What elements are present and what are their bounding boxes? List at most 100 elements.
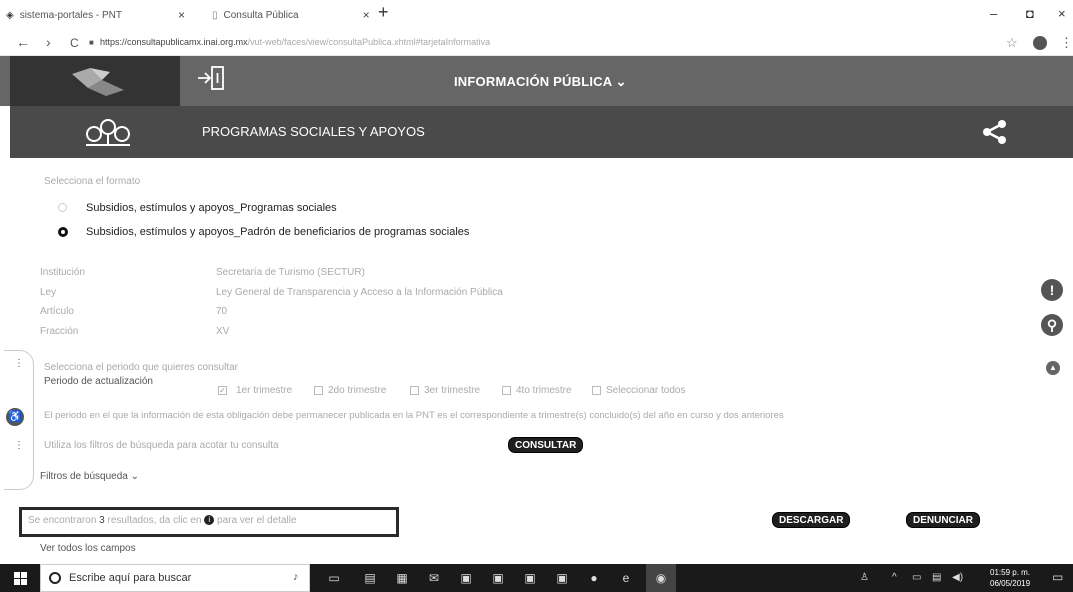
reload-button[interactable]: C — [70, 36, 79, 50]
period-checkbox-3[interactable] — [410, 386, 419, 395]
login-icon[interactable] — [196, 65, 226, 91]
update-period-label: Periodo de actualización — [44, 376, 153, 387]
article-label: Artículo — [40, 306, 74, 317]
drag-handle-icon[interactable]: ⋮ — [14, 358, 24, 369]
section-title: PROGRAMAS SOCIALES Y APOYOS — [202, 124, 425, 139]
lock-icon: ■ — [89, 38, 94, 47]
windows-taskbar: Escribe aquí para buscar ♪ ▭ ▤ ▦ ✉ ▣ ▣ ▣… — [0, 564, 1073, 592]
taskbar-search-input[interactable]: Escribe aquí para buscar ♪ — [40, 564, 310, 592]
format-radio-programas[interactable] — [58, 203, 67, 212]
period-note: El periodo en el que la información de e… — [44, 410, 784, 421]
tab-consulta-publica[interactable]: ▯ Consulta Pública × — [212, 4, 370, 26]
close-window-button[interactable]: × — [1058, 6, 1066, 21]
select-all-checkbox[interactable] — [592, 386, 601, 395]
page-icon: ▯ — [212, 9, 218, 21]
task-view-icon[interactable]: ▭ — [326, 570, 342, 586]
volume-icon[interactable]: ◀) — [952, 572, 963, 583]
mail-icon[interactable]: ✉ — [426, 570, 442, 586]
section-bar — [10, 106, 1073, 158]
url-path: /vut-web/faces/view/consultaPublica.xhtm… — [247, 37, 491, 47]
report-button[interactable]: DENUNCIAR — [906, 512, 980, 528]
period-checkbox-2[interactable] — [314, 386, 323, 395]
period-label: Selecciona el periodo que quieres consul… — [44, 362, 239, 373]
select-all-option[interactable]: Seleccionar todos — [606, 385, 686, 396]
notifications-icon[interactable]: ▭ — [1052, 570, 1063, 584]
format-option-programas[interactable]: Subsidios, estímulos y apoyos_Programas … — [86, 202, 337, 214]
period-checkbox-4[interactable] — [502, 386, 511, 395]
period-checkbox-1[interactable]: ✓ — [218, 386, 227, 395]
fraction-value: XV — [216, 326, 230, 337]
word-icon[interactable]: ▣ — [490, 570, 506, 586]
information-menu[interactable]: INFORMACIÓN PÚBLICA ⌄ — [454, 74, 627, 90]
institution-label: Institución — [40, 267, 86, 278]
forward-button[interactable]: › — [46, 34, 51, 50]
accessibility-icon[interactable]: ♿ — [6, 408, 24, 426]
taskbar-search-placeholder: Escribe aquí para buscar — [69, 572, 192, 584]
info-icon: i — [204, 515, 215, 526]
chrome-icon[interactable]: ◉ — [646, 564, 676, 592]
browser-menu-icon[interactable]: ⋮ — [1060, 35, 1073, 51]
results-middle: resultados, da clic en — [107, 515, 202, 526]
mexico-logo-icon — [72, 68, 124, 96]
bookmark-star-icon[interactable]: ☆ — [1006, 35, 1018, 51]
excel-icon[interactable]: ▣ — [554, 570, 570, 586]
period-option-3[interactable]: 3er trimestre — [424, 385, 480, 396]
period-option-2[interactable]: 2do trimestre — [328, 385, 386, 396]
drag-handle-icon[interactable]: ⋮ — [14, 440, 24, 451]
scroll-up-icon[interactable]: ▲ — [1046, 361, 1060, 375]
alert-icon[interactable]: ! — [1041, 279, 1063, 301]
results-prefix: Se encontraron — [28, 515, 97, 526]
url-host: https://consultapublicamx.inai.org.mx — [100, 37, 248, 47]
law-label: Ley — [40, 287, 57, 298]
law-value: Ley General de Transparencia y Acceso a … — [216, 287, 503, 298]
results-suffix: para ver el detalle — [217, 515, 297, 526]
format-label: Selecciona el formato — [44, 176, 141, 187]
social-programs-icon — [86, 119, 130, 146]
fraction-label: Fracción — [40, 326, 79, 337]
close-tab-icon[interactable]: × — [363, 8, 370, 22]
tab-favicon-icon: ◈ — [6, 9, 14, 21]
windows-start-icon[interactable] — [14, 572, 27, 585]
skype-icon[interactable]: ● — [586, 570, 602, 586]
article-value: 70 — [216, 306, 228, 317]
url-field[interactable]: https://consultapublicamx.inai.org.mx/vu… — [100, 37, 490, 47]
edge-icon[interactable]: e — [618, 570, 634, 586]
clock-date: 06/05/2019 — [990, 579, 1031, 588]
store-icon[interactable]: ▦ — [394, 570, 410, 586]
share-icon[interactable] — [982, 119, 1008, 145]
battery-icon[interactable]: ▭ — [912, 572, 921, 583]
search-key-icon[interactable]: ⚲ — [1041, 314, 1063, 336]
download-button[interactable]: DESCARGAR — [772, 512, 851, 528]
period-option-4[interactable]: 4to trimestre — [516, 385, 572, 396]
address-bar: ← › C ■ https://consultapublicamx.inai.o… — [0, 30, 1073, 56]
results-count: 3 — [99, 515, 105, 526]
format-option-padron[interactable]: Subsidios, estímulos y apoyos_Padrón de … — [86, 226, 469, 238]
back-button[interactable]: ← — [16, 34, 30, 50]
clock-time: 01:59 p. m. — [990, 568, 1031, 577]
search-filters-toggle[interactable]: Filtros de búsqueda ⌄ — [40, 471, 139, 482]
minimize-button[interactable]: – — [990, 6, 997, 21]
browser-tab-bar: ◈ sistema-portales - PNT × ▯ Consulta Pú… — [0, 0, 1073, 30]
maximize-button[interactable]: ◘ — [1026, 6, 1034, 21]
tab-sistema-portales[interactable]: ◈ sistema-portales - PNT × — [6, 4, 185, 26]
file-explorer-icon[interactable]: ▤ — [362, 570, 378, 586]
network-icon[interactable]: ▤ — [932, 572, 941, 583]
format-radio-padron[interactable] — [58, 227, 68, 237]
taskbar-clock[interactable]: 01:59 p. m. 06/05/2019 — [990, 567, 1030, 589]
people-icon[interactable]: ♙ — [860, 572, 869, 583]
tab-title: Consulta Pública — [223, 9, 299, 21]
outlook-icon[interactable]: ▣ — [522, 570, 538, 586]
show-hidden-icons-icon[interactable]: ^ — [892, 572, 897, 583]
tab-title: sistema-portales - PNT — [19, 9, 122, 21]
microphone-icon[interactable]: ♪ — [293, 571, 299, 583]
new-tab-button[interactable]: + — [378, 2, 389, 23]
filter-hint: Utiliza los filtros de búsqueda para aco… — [44, 440, 279, 451]
profile-avatar[interactable] — [1033, 36, 1047, 50]
institution-value: Secretaría de Turismo (SECTUR) — [216, 267, 365, 278]
cortana-icon — [49, 572, 61, 584]
consult-button[interactable]: CONSULTAR — [508, 437, 584, 453]
publisher-icon[interactable]: ▣ — [458, 570, 474, 586]
close-tab-icon[interactable]: × — [178, 8, 185, 22]
view-all-fields-link[interactable]: Ver todos los campos — [40, 543, 136, 554]
period-option-1[interactable]: 1er trimestre — [236, 385, 292, 396]
